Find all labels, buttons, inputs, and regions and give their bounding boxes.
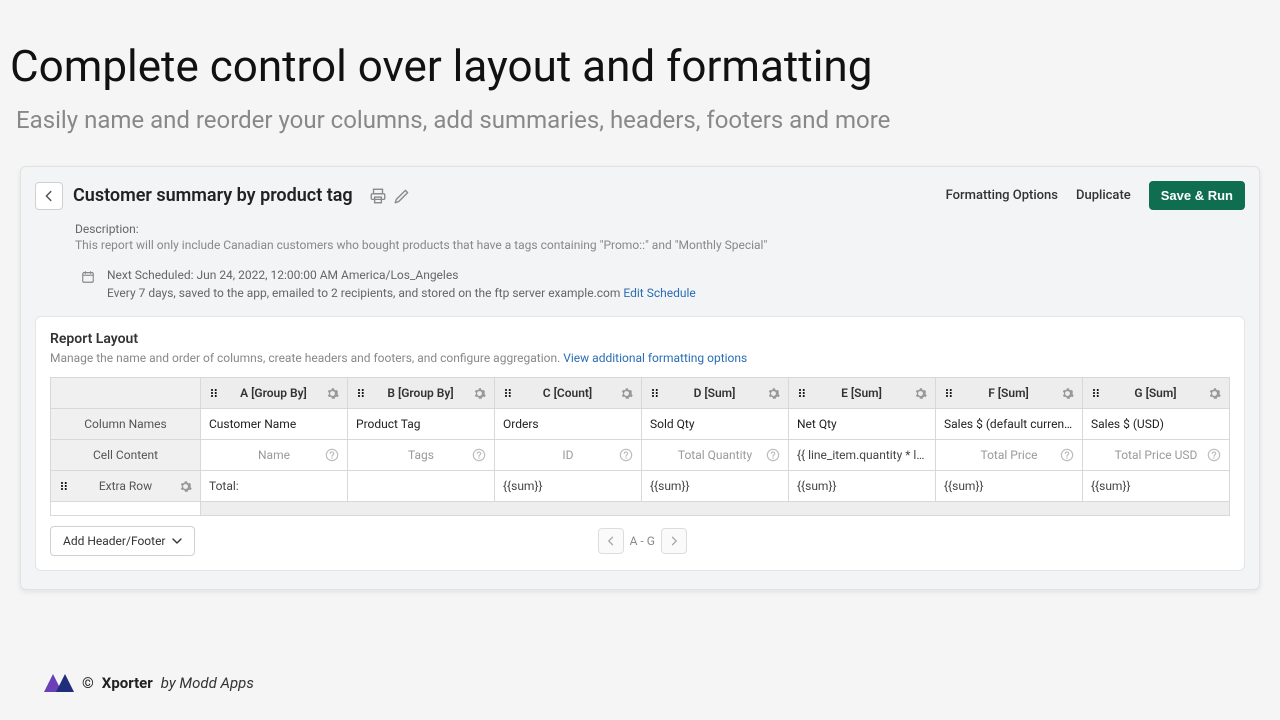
cell-content-row: Cell Content Name Tags ID Total Quantity… — [51, 440, 1230, 471]
colname-g[interactable]: Sales $ (USD) — [1083, 409, 1230, 440]
report-layout-card: Report Layout Manage the name and order … — [35, 316, 1245, 571]
save-run-button[interactable]: Save & Run — [1149, 181, 1245, 210]
schedule-next: Next Scheduled: Jun 24, 2022, 12:00:00 A… — [107, 268, 696, 282]
column-headers-row: A [Group By] B [Group By] C [Count] D [S… — [51, 378, 1230, 409]
col-head-b[interactable]: B [Group By] — [348, 378, 495, 409]
calendar-icon — [81, 270, 95, 284]
colname-f[interactable]: Sales $ (default currency) — [936, 409, 1083, 440]
edit-icon[interactable] — [393, 187, 411, 205]
gear-icon[interactable] — [1208, 387, 1221, 400]
colname-c[interactable]: Orders — [495, 409, 642, 440]
layout-table: A [Group By] B [Group By] C [Count] D [S… — [50, 377, 1230, 516]
drag-icon[interactable] — [59, 480, 71, 492]
col-head-g[interactable]: G [Sum] — [1083, 378, 1230, 409]
formatting-options-link[interactable]: Formatting Options — [946, 188, 1058, 203]
drag-icon[interactable] — [944, 387, 956, 399]
cellcontent-c[interactable]: ID — [495, 440, 642, 471]
extra-row: Extra Row Total: {{sum}} {{sum}} {{sum}}… — [51, 471, 1230, 502]
gear-icon[interactable] — [620, 387, 633, 400]
brand-logo-icon — [44, 674, 74, 692]
pager-prev[interactable] — [598, 528, 624, 554]
column-names-row: Column Names Customer Name Product Tag O… — [51, 409, 1230, 440]
row-label-column-names: Column Names — [51, 409, 201, 440]
help-icon[interactable] — [619, 448, 633, 462]
schedule-detail: Every 7 days, saved to the app, emailed … — [107, 286, 620, 300]
drag-icon[interactable] — [797, 387, 809, 399]
brand-name: Xporter — [102, 674, 153, 692]
report-panel: Customer summary by product tag Formatti… — [20, 166, 1260, 590]
brand-footer: © Xporter by Modd Apps — [44, 674, 254, 692]
cellcontent-b[interactable]: Tags — [348, 440, 495, 471]
gear-icon[interactable] — [1061, 387, 1074, 400]
col-head-a[interactable]: A [Group By] — [201, 378, 348, 409]
col-head-e[interactable]: E [Sum] — [789, 378, 936, 409]
gear-icon[interactable] — [767, 387, 780, 400]
extra-c[interactable]: {{sum}} — [495, 471, 642, 502]
colname-d[interactable]: Sold Qty — [642, 409, 789, 440]
pager-next[interactable] — [661, 528, 687, 554]
cellcontent-e[interactable]: {{ line_item.quantity * line_it — [789, 440, 936, 471]
extra-e[interactable]: {{sum}} — [789, 471, 936, 502]
description-label: Description: — [75, 222, 1205, 236]
cellcontent-d[interactable]: Total Quantity — [642, 440, 789, 471]
pager-range: A - G — [630, 534, 655, 548]
help-icon[interactable] — [1060, 448, 1074, 462]
colname-a[interactable]: Customer Name — [201, 409, 348, 440]
back-button[interactable] — [35, 182, 63, 210]
cellcontent-f[interactable]: Total Price — [936, 440, 1083, 471]
duplicate-link[interactable]: Duplicate — [1076, 188, 1131, 203]
row-label-extra-row: Extra Row — [51, 471, 201, 502]
gear-icon[interactable] — [473, 387, 486, 400]
brand-copyright: © — [82, 674, 94, 692]
column-pager: A - G — [598, 528, 687, 554]
help-icon[interactable] — [325, 448, 339, 462]
description-text: This report will only include Canadian c… — [75, 238, 1205, 252]
gear-icon[interactable] — [326, 387, 339, 400]
drag-icon[interactable] — [356, 387, 368, 399]
cellcontent-a[interactable]: Name — [201, 440, 348, 471]
view-formatting-options-link[interactable]: View additional formatting options — [563, 351, 747, 365]
extra-a[interactable]: Total: — [201, 471, 348, 502]
help-icon[interactable] — [472, 448, 486, 462]
colname-e[interactable]: Net Qty — [789, 409, 936, 440]
drag-icon[interactable] — [209, 387, 221, 399]
report-title: Customer summary by product tag — [73, 185, 353, 206]
gear-icon[interactable] — [179, 480, 192, 493]
add-header-footer-button[interactable]: Add Header/Footer — [50, 526, 195, 556]
help-icon[interactable] — [766, 448, 780, 462]
gear-icon[interactable] — [914, 387, 927, 400]
drag-icon[interactable] — [1091, 387, 1103, 399]
report-layout-subtitle: Manage the name and order of columns, cr… — [50, 351, 560, 365]
col-head-d[interactable]: D [Sum] — [642, 378, 789, 409]
chevron-down-icon — [172, 538, 182, 544]
help-icon[interactable] — [1207, 448, 1221, 462]
row-label-cell-content: Cell Content — [51, 440, 201, 471]
col-head-f[interactable]: F [Sum] — [936, 378, 1083, 409]
edit-schedule-link[interactable]: Edit Schedule — [623, 286, 695, 300]
drag-icon[interactable] — [503, 387, 515, 399]
print-icon[interactable] — [369, 187, 387, 205]
extra-f[interactable]: {{sum}} — [936, 471, 1083, 502]
brand-byline: by Modd Apps — [161, 674, 254, 692]
col-head-c[interactable]: C [Count] — [495, 378, 642, 409]
drag-icon[interactable] — [650, 387, 662, 399]
colname-b[interactable]: Product Tag — [348, 409, 495, 440]
report-layout-title: Report Layout — [50, 331, 1230, 347]
extra-d[interactable]: {{sum}} — [642, 471, 789, 502]
extra-b[interactable] — [348, 471, 495, 502]
table-footer-stripe — [51, 502, 1230, 516]
cellcontent-g[interactable]: Total Price USD — [1083, 440, 1230, 471]
page-title: Complete control over layout and formatt… — [0, 0, 1280, 100]
page-subtitle: Easily name and reorder your columns, ad… — [0, 100, 1280, 154]
extra-g[interactable]: {{sum}} — [1083, 471, 1230, 502]
